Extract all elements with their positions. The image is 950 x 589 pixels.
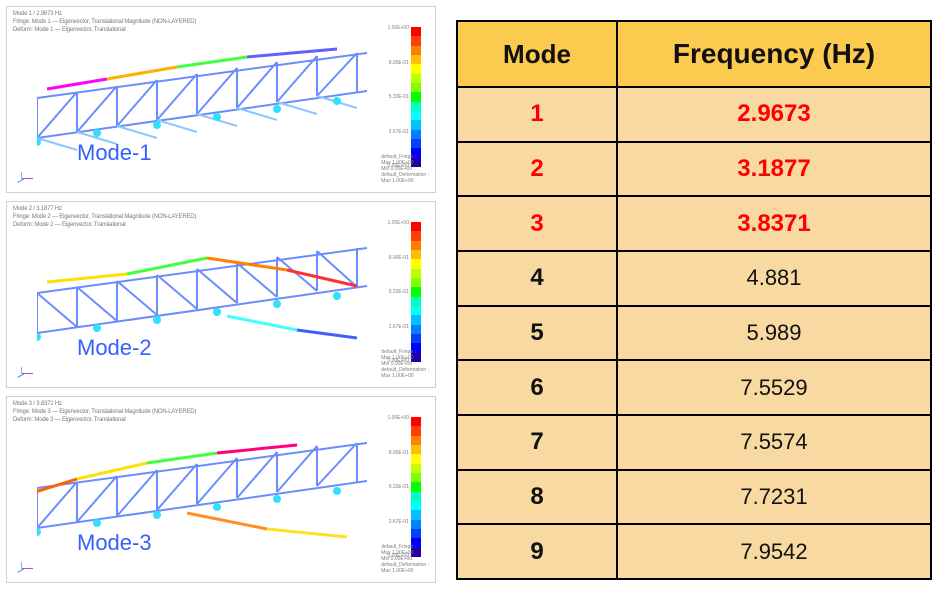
legend-caption: default_Fringe : Max 1.00E+00 Min 0.00E+… — [381, 544, 429, 574]
table-row: 2 3.1877 — [457, 142, 931, 197]
legend-value: 8.00E-01 — [387, 450, 409, 456]
mode-label: Mode-3 — [77, 530, 152, 556]
legend-value: 1.00E+00 — [387, 415, 409, 421]
fringe-legend-icon — [411, 417, 421, 557]
mode-panels-column: Mode 1 / 2.9673 Hz Fringe: Mode 1 — Eige… — [6, 6, 436, 583]
cell-mode: 1 — [457, 87, 617, 142]
table-row: 6 7.5529 — [457, 360, 931, 415]
axis-triad-icon — [13, 363, 39, 383]
table-row: 4 4.881 — [457, 251, 931, 306]
cell-frequency: 7.5529 — [617, 360, 931, 415]
panel-footer — [13, 558, 39, 578]
cell-mode: 2 — [457, 142, 617, 197]
axis-triad-icon — [13, 558, 39, 578]
fringe-legend-labels: 1.00E+00 8.00E-01 5.33E-01 2.67E-01 0.00… — [387, 415, 409, 559]
mode-label: Mode-2 — [77, 335, 152, 361]
legend-value: 5.33E-01 — [387, 289, 409, 295]
mode-label: Mode-1 — [77, 140, 152, 166]
frequency-table: Mode Frequency (Hz) 1 2.9673 2 3.1877 3 … — [456, 20, 932, 580]
legend-value: 5.33E-01 — [387, 484, 409, 490]
cell-frequency: 7.7231 — [617, 470, 931, 525]
legend-value: 5.33E-01 — [387, 94, 409, 100]
fringe-legend-icon — [411, 222, 421, 362]
cell-frequency: 3.1877 — [617, 142, 931, 197]
cell-frequency: 7.5574 — [617, 415, 931, 470]
cell-frequency: 3.8371 — [617, 196, 931, 251]
legend-value: 2.67E-01 — [387, 324, 409, 330]
cell-frequency: 5.989 — [617, 306, 931, 361]
table-body: 1 2.9673 2 3.1877 3 3.8371 4 4.881 5 5 — [457, 87, 931, 579]
legend-value: 8.00E-01 — [387, 60, 409, 66]
fringe-legend-labels: 1.00E+00 8.00E-01 5.33E-01 2.67E-01 0.00… — [387, 220, 409, 364]
legend-caption: default_Fringe : Max 1.00E+00 Min 0.00E+… — [381, 154, 429, 184]
table-row: 8 7.7231 — [457, 470, 931, 525]
panel-footer — [13, 363, 39, 383]
table-row: 5 5.989 — [457, 306, 931, 361]
cell-mode: 9 — [457, 524, 617, 579]
cell-frequency: 2.9673 — [617, 87, 931, 142]
fringe-legend-labels: 1.00E+00 8.00E-01 5.33E-01 2.67E-01 0.00… — [387, 25, 409, 169]
panel-meta-text: Mode 3 / 3.8371 Hz Fringe: Mode 3 — Eige… — [13, 401, 196, 424]
table-row: 7 7.5574 — [457, 415, 931, 470]
legend-value: 1.00E+00 — [387, 25, 409, 31]
cell-mode: 3 — [457, 196, 617, 251]
cell-mode: 4 — [457, 251, 617, 306]
legend-value: 2.67E-01 — [387, 519, 409, 525]
table-row: 3 3.8371 — [457, 196, 931, 251]
mode-panel-1: Mode 1 / 2.9673 Hz Fringe: Mode 1 — Eige… — [6, 6, 436, 193]
axis-triad-icon — [13, 168, 39, 188]
cell-mode: 5 — [457, 306, 617, 361]
fringe-legend-icon — [411, 27, 421, 167]
legend-value: 2.67E-01 — [387, 129, 409, 135]
mode-panel-3: Mode 3 / 3.8371 Hz Fringe: Mode 3 — Eige… — [6, 396, 436, 583]
cell-mode: 6 — [457, 360, 617, 415]
header-mode: Mode — [457, 21, 617, 87]
table-row: 9 7.9542 — [457, 524, 931, 579]
panel-meta-text: Mode 1 / 2.9673 Hz Fringe: Mode 1 — Eige… — [13, 11, 196, 34]
legend-value: 1.00E+00 — [387, 220, 409, 226]
panel-footer — [13, 168, 39, 188]
table-header-row: Mode Frequency (Hz) — [457, 21, 931, 87]
legend-caption: default_Fringe : Max 1.00E+00 Min 0.00E+… — [381, 349, 429, 379]
frequency-table-container: Mode Frequency (Hz) 1 2.9673 2 3.1877 3 … — [436, 6, 940, 583]
page-root: Mode 1 / 2.9673 Hz Fringe: Mode 1 — Eige… — [0, 0, 950, 589]
legend-value: 8.00E-01 — [387, 255, 409, 261]
panel-meta-text: Mode 2 / 3.1877 Hz Fringe: Mode 2 — Eige… — [13, 206, 196, 229]
cell-frequency: 4.881 — [617, 251, 931, 306]
cell-mode: 8 — [457, 470, 617, 525]
table-row: 1 2.9673 — [457, 87, 931, 142]
mode-panel-2: Mode 2 / 3.1877 Hz Fringe: Mode 2 — Eige… — [6, 201, 436, 388]
cell-frequency: 7.9542 — [617, 524, 931, 579]
header-frequency: Frequency (Hz) — [617, 21, 931, 87]
cell-mode: 7 — [457, 415, 617, 470]
